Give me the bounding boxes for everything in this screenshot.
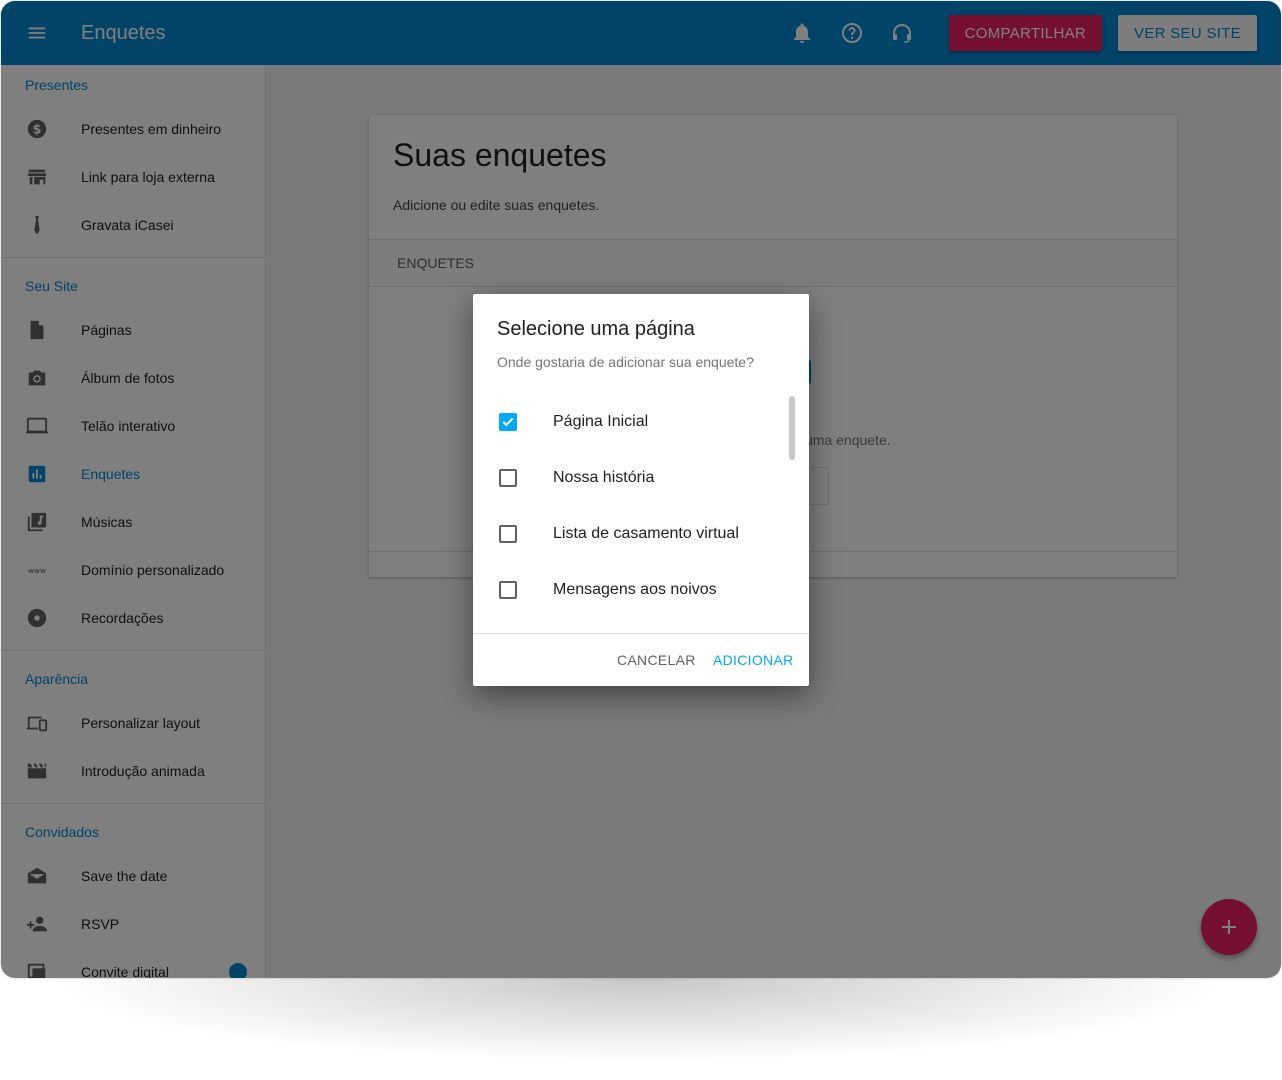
cancel-button[interactable]: CANCELAR [617, 634, 696, 686]
checkbox-checked[interactable] [499, 413, 517, 431]
dialog-subtitle: Onde gostaria de adicionar sua enquete? [497, 354, 754, 370]
page-option-pagina-inicial[interactable]: Página Inicial [473, 394, 809, 450]
checkbox[interactable] [499, 581, 517, 599]
page-option-label: Lista de casamento virtual [553, 525, 739, 542]
add-button[interactable]: ADICIONAR [713, 634, 794, 686]
check-icon [502, 417, 514, 427]
page-option-label: Página Inicial [553, 413, 649, 430]
dialog-title: Selecione uma página [497, 318, 695, 340]
page-options-list: Página Inicial Nossa história Lista de c… [473, 394, 809, 632]
page-option-mensagens-aos-noivos[interactable]: Mensagens aos noivos [473, 562, 809, 618]
select-page-dialog: Selecione uma página Onde gostaria de ad… [473, 294, 809, 686]
checkbox[interactable] [499, 525, 517, 543]
checkbox[interactable] [499, 469, 517, 487]
page-option-lista-casamento-virtual[interactable]: Lista de casamento virtual [473, 506, 809, 562]
app-window: Enquetes COMPARTILHAR VER SEU SITE Prese… [1, 1, 1281, 978]
page-option-label: Mensagens aos noivos [553, 581, 717, 598]
dialog-actions: CANCELAR ADICIONAR [473, 633, 809, 686]
dialog-scrollbar[interactable] [789, 396, 795, 460]
page-option-label: Nossa história [553, 469, 655, 486]
page-option-nossa-historia[interactable]: Nossa história [473, 450, 809, 506]
